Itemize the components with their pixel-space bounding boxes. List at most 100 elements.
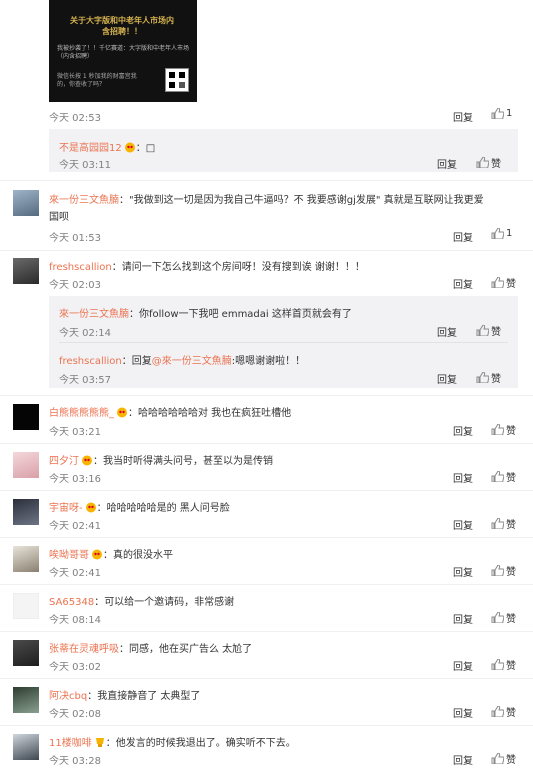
thumb-up-icon xyxy=(491,706,504,717)
reply-button[interactable]: 回复 xyxy=(453,109,473,124)
comment-line: 來一份三文魚腩："我做到这一切是因为我自己牛逼吗？不 我要感谢gj发展" 真就是… xyxy=(49,195,484,206)
like-count: 1 xyxy=(506,108,513,119)
like-button[interactable]: 赞 xyxy=(491,422,516,437)
comment-time: 今天 02:08 xyxy=(49,709,101,720)
comment-text: 哈哈哈哈哈哈对 我也在疯狂吐槽他 xyxy=(138,408,292,419)
thumb-up-icon xyxy=(491,228,504,239)
divider xyxy=(0,631,533,632)
avatar[interactable] xyxy=(13,593,39,619)
thumb-up-icon xyxy=(491,108,504,119)
mention-link[interactable]: @來一份三文魚腩 xyxy=(152,356,232,367)
comment-line: 阿决cbq：我直接静音了 太典型了 xyxy=(49,691,201,702)
comment-text: 我当时听得满头问号，甚至以为是传销 xyxy=(103,456,273,467)
avatar[interactable] xyxy=(13,499,39,525)
comment-line: 宇宙呀- ：哈哈哈哈哈是的 黑人问号脸 xyxy=(49,502,230,514)
reply-button[interactable]: 回复 xyxy=(453,517,473,532)
username-link[interactable]: SA65348 xyxy=(49,597,94,608)
comment-time: 今天 08:14 xyxy=(49,615,101,626)
like-button[interactable]: 赞 xyxy=(476,323,501,338)
username-link[interactable]: 不是高园园12 xyxy=(59,143,122,154)
reply-divider xyxy=(59,342,508,343)
thumb-up-icon xyxy=(491,612,504,623)
avatar[interactable] xyxy=(13,190,39,216)
comment-text: :嗯嗯谢谢啦！！ xyxy=(231,356,306,367)
comment-text: 你follow一下我吧 emmadai 这样首页就会有了 xyxy=(139,309,352,320)
divider xyxy=(0,584,533,585)
avatar[interactable] xyxy=(13,546,39,572)
username-link[interactable]: 來一份三文魚腩 xyxy=(49,195,119,206)
username-link[interactable]: freshscallion xyxy=(49,262,112,273)
reply-button[interactable]: 回复 xyxy=(453,423,473,438)
comment-time: 今天 03:21 xyxy=(49,427,101,438)
username-link[interactable]: 白熊熊熊熊熊_ xyxy=(49,408,114,419)
comment-text: 哈哈哈哈哈是的 黑人问号脸 xyxy=(106,503,230,514)
thumb-up-icon xyxy=(491,659,504,670)
divider xyxy=(0,395,533,396)
username-link[interactable]: 张蒂在灵魂呼吸 xyxy=(49,644,119,655)
embed-title: 关于大字版和中老年人市场内含招聘！！ xyxy=(70,16,174,36)
like-button[interactable]: 赞 xyxy=(491,516,516,531)
vip-badge-icon xyxy=(85,502,97,513)
reply-button[interactable]: 回复 xyxy=(453,705,473,720)
thumb-up-icon xyxy=(476,372,489,383)
like-button[interactable]: 赞 xyxy=(491,657,516,672)
like-button[interactable]: 1 xyxy=(491,108,512,119)
divider xyxy=(0,678,533,679)
like-button[interactable]: 赞 xyxy=(491,751,516,766)
like-button[interactable]: 赞 xyxy=(476,155,501,170)
comment-time: 今天 03:11 xyxy=(59,160,111,171)
username-link[interactable]: 四夕汀 xyxy=(49,456,79,467)
thumb-up-icon xyxy=(491,277,504,288)
avatar[interactable] xyxy=(13,452,39,478)
thumb-up-icon xyxy=(491,424,504,435)
vip-badge-icon xyxy=(91,549,103,560)
username-link[interactable]: 唉呦哥哥 xyxy=(49,550,89,561)
reply-button[interactable]: 回复 xyxy=(453,752,473,767)
username-link[interactable]: 阿决cbq xyxy=(49,691,87,702)
username-link[interactable]: 宇宙呀- xyxy=(49,503,83,514)
like-button[interactable]: 1 xyxy=(491,228,512,239)
username-link[interactable]: 來一份三文魚腩 xyxy=(59,309,129,320)
comment-line: SA65348：可以给一个邀请码，非常感谢 xyxy=(49,597,235,608)
reply-button[interactable]: 回复 xyxy=(437,371,457,386)
comment-line: 四夕汀 ：我当时听得满头问号，甚至以为是传销 xyxy=(49,455,273,467)
divider xyxy=(0,725,533,726)
reply-button[interactable]: 回复 xyxy=(453,611,473,626)
comment-line: 11楼咖啡 ：他发言的时候我退出了。确实听不下去。 xyxy=(49,738,296,749)
thumb-up-icon xyxy=(491,753,504,764)
comment-text: 真的很没水平 xyxy=(113,550,173,561)
embedded-recruitment-image[interactable]: 关于大字版和中老年人市场内含招聘！！ 我被抄袭了！！千亿赛道：大字版和中老年人市… xyxy=(49,0,197,102)
comment-line: 唉呦哥哥 ：真的很没水平 xyxy=(49,549,173,561)
like-button[interactable]: 赞 xyxy=(491,275,516,290)
reply-button[interactable]: 回复 xyxy=(453,470,473,485)
avatar[interactable] xyxy=(13,258,39,284)
like-button[interactable]: 赞 xyxy=(491,469,516,484)
qr-code-icon xyxy=(165,68,189,92)
reply-button[interactable]: 回复 xyxy=(453,229,473,244)
comment-text: □ xyxy=(145,143,156,154)
comment-text: "我做到这一切是因为我自己牛逼吗？不 我要感谢gj发展" 真就是互联网让我更爱 xyxy=(129,195,484,206)
thumb-up-icon xyxy=(476,157,489,168)
avatar[interactable] xyxy=(13,640,39,666)
like-button[interactable]: 赞 xyxy=(476,370,501,385)
comment-time: 今天 03:16 xyxy=(49,474,101,485)
like-button[interactable]: 赞 xyxy=(491,610,516,625)
comment-text-cont: 国呗 xyxy=(49,212,69,223)
like-button[interactable]: 赞 xyxy=(491,563,516,578)
like-button[interactable]: 赞 xyxy=(491,704,516,719)
comment-text: 可以给一个邀请码，非常感谢 xyxy=(104,597,235,608)
comment-time: 今天 01:53 xyxy=(49,233,101,244)
username-link[interactable]: 11楼咖啡 xyxy=(49,738,92,749)
avatar[interactable] xyxy=(13,734,39,760)
reply-button[interactable]: 回复 xyxy=(437,156,457,171)
comment-text: 同感，他在买广告么 太尬了 xyxy=(129,644,253,655)
username-link[interactable]: freshscallion xyxy=(59,356,122,367)
avatar[interactable] xyxy=(13,404,39,430)
reply-button[interactable]: 回复 xyxy=(453,276,473,291)
comment-line: freshscallion：请问一下怎么找到这个房间呀！没有搜到诶 谢谢！！！ xyxy=(49,262,365,273)
reply-button[interactable]: 回复 xyxy=(453,564,473,579)
avatar[interactable] xyxy=(13,687,39,713)
reply-button[interactable]: 回复 xyxy=(437,324,457,339)
reply-button[interactable]: 回复 xyxy=(453,658,473,673)
divider xyxy=(0,180,533,181)
